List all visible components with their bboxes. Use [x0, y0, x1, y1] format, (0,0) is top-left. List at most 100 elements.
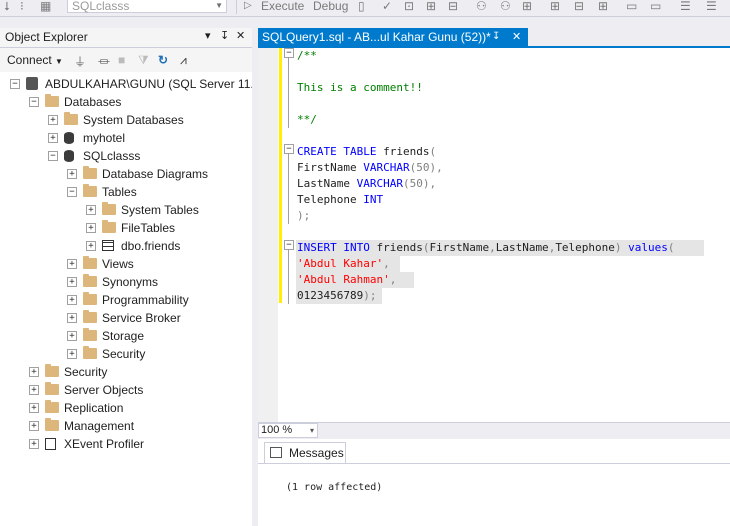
tree-node[interactable]: + XEvent Profiler	[0, 435, 252, 453]
expand-icon[interactable]: +	[67, 295, 77, 305]
activity-monitor-icon[interactable]: ⩘	[180, 53, 187, 68]
outdent-icon[interactable]: ☰	[706, 0, 717, 14]
execute-icon: ▷	[244, 0, 252, 11]
connect-plug-icon[interactable]: ⏚	[74, 53, 86, 70]
tree-node[interactable]: + System Tables	[0, 201, 252, 219]
close-icon[interactable]: ✕	[236, 29, 245, 42]
expand-icon[interactable]: +	[86, 205, 96, 215]
messages-tab-label: Messages	[289, 446, 344, 460]
collapse-icon[interactable]: −	[284, 48, 294, 58]
toolbar-icon[interactable]: ⚇	[500, 0, 511, 14]
code-line: 'Abdul Rahman',	[297, 272, 396, 288]
code-line: LastName VARCHAR(50),	[297, 176, 436, 192]
indent-icon[interactable]: ☰	[680, 0, 691, 14]
refresh-icon[interactable]: ↻	[158, 53, 168, 67]
toolbar-icon[interactable]: ⊞	[522, 0, 532, 14]
code-token: (50),	[409, 161, 443, 174]
query-editor[interactable]: − − − /** This is a comment!! **/ CREATE TA…	[258, 48, 730, 422]
filter-icon[interactable]: ⧩	[138, 53, 149, 68]
toolbar-icon[interactable]: ⊞	[598, 0, 608, 14]
toolbar-icon[interactable]: ▭	[626, 0, 637, 14]
code-token: VARCHAR	[356, 177, 403, 190]
expand-icon[interactable]: +	[48, 115, 58, 125]
expand-icon[interactable]: +	[67, 331, 77, 341]
chevron-down-icon: ▾	[309, 426, 314, 435]
toolbar-icon[interactable]: ▦	[40, 0, 51, 14]
toolbar-icon[interactable]: ⊟	[574, 0, 584, 14]
debug-arrow-icon[interactable]: ⭣	[4, 0, 10, 14]
tree-node[interactable]: + Views	[0, 255, 252, 273]
stop-icon[interactable]: ■	[118, 53, 125, 67]
pin-icon[interactable]: ↧	[220, 29, 229, 42]
tree-node[interactable]: − ABDULKAHAR\GUNU (SQL Server 11.0.	[0, 75, 264, 93]
toolbar-icon[interactable]: ⁝	[20, 0, 24, 14]
tree-node[interactable]: + System Databases	[0, 111, 252, 129]
pin-icon[interactable]: ↧	[492, 28, 500, 46]
toolbar-icon[interactable]: ⚇	[476, 0, 487, 14]
expand-icon[interactable]: +	[67, 277, 77, 287]
code-line: **/	[297, 112, 317, 128]
parse-icon[interactable]: ✓	[382, 0, 392, 14]
collapse-icon[interactable]: −	[284, 144, 294, 154]
tree-node[interactable]: + Server Objects	[0, 381, 252, 399]
expand-icon[interactable]: +	[67, 349, 77, 359]
tree-node[interactable]: + Storage	[0, 327, 252, 345]
main-toolbar: ⭣ ⁝ ▦ SQLclasss ▼ ▷ Execute Debug ▯ ✓ ⊡ …	[0, 0, 730, 17]
expand-icon[interactable]: +	[48, 133, 58, 143]
collapse-icon[interactable]: −	[48, 151, 58, 161]
toolbar-icon[interactable]: ⊞	[550, 0, 560, 14]
execute-button[interactable]: Execute	[261, 0, 304, 14]
expand-icon[interactable]: +	[29, 367, 39, 377]
tree-node[interactable]: + FileTables	[0, 219, 252, 237]
connect-button[interactable]: Connect ▼	[7, 53, 63, 67]
zoom-select[interactable]: 100 % ▾	[258, 423, 318, 438]
debug-button[interactable]: Debug	[313, 0, 348, 14]
collapse-icon[interactable]: −	[29, 97, 39, 107]
tree-node-label: Service Broker	[102, 311, 181, 325]
expand-icon[interactable]: +	[86, 223, 96, 233]
toolbar-icon[interactable]: ⊟	[448, 0, 458, 14]
database-select[interactable]: SQLclasss ▼	[67, 0, 227, 13]
tree-node[interactable]: + Programmability	[0, 291, 252, 309]
expand-icon[interactable]: +	[29, 403, 39, 413]
disconnect-icon[interactable]: ⏛	[98, 53, 110, 70]
tree-node[interactable]: + dbo.friends	[0, 237, 252, 255]
tab-messages[interactable]: Messages	[264, 442, 346, 463]
expand-icon[interactable]: +	[67, 313, 77, 323]
document-tab-bar: SQLQuery1.sql - AB...ul Kahar Gunu (52))…	[258, 28, 730, 46]
tree-node[interactable]: + Synonyms	[0, 273, 252, 291]
collapse-icon[interactable]: −	[10, 79, 20, 89]
tree-node-label: Security	[102, 347, 146, 361]
tree-node[interactable]: + Replication	[0, 399, 252, 417]
dropdown-icon[interactable]: ▾	[205, 29, 211, 42]
expand-icon[interactable]: +	[67, 169, 77, 179]
expand-icon[interactable]: +	[29, 385, 39, 395]
close-icon[interactable]: ✕	[512, 28, 521, 46]
toolbar-icon[interactable]: ▭	[650, 0, 661, 14]
tree-node[interactable]: + Security	[0, 345, 252, 363]
expand-icon[interactable]: +	[86, 241, 96, 251]
toolbar-icon[interactable]: ⊞	[426, 0, 436, 14]
stop-icon[interactable]: ▯	[358, 0, 365, 14]
tree-node[interactable]: + myhotel	[0, 129, 252, 147]
tree-node[interactable]: + Management	[0, 417, 252, 435]
expand-icon[interactable]: +	[29, 421, 39, 431]
tree-node[interactable]: + Security	[0, 363, 252, 381]
horizontal-scrollbar[interactable]	[320, 426, 730, 436]
expand-icon[interactable]: +	[29, 439, 39, 449]
tree-node-label: Views	[102, 257, 134, 271]
tree-node[interactable]: + Service Broker	[0, 309, 252, 327]
expand-icon[interactable]: +	[67, 259, 77, 269]
tree-node[interactable]: − SQLclasss	[0, 147, 252, 165]
tree-node[interactable]: + Database Diagrams	[0, 165, 252, 183]
collapse-icon[interactable]: −	[284, 240, 294, 250]
code-token: )	[614, 241, 629, 254]
toolbar-icon[interactable]: ⊡	[404, 0, 414, 14]
tree-node[interactable]: − Tables	[0, 183, 252, 201]
code-token: Telephone	[555, 241, 615, 254]
outline-line	[288, 154, 289, 224]
tree-node[interactable]: − Databases	[0, 93, 252, 111]
collapse-icon[interactable]: −	[67, 187, 77, 197]
code-token: ,	[389, 273, 397, 286]
tab-sqlquery1[interactable]: SQLQuery1.sql - AB...ul Kahar Gunu (52))…	[258, 28, 528, 46]
